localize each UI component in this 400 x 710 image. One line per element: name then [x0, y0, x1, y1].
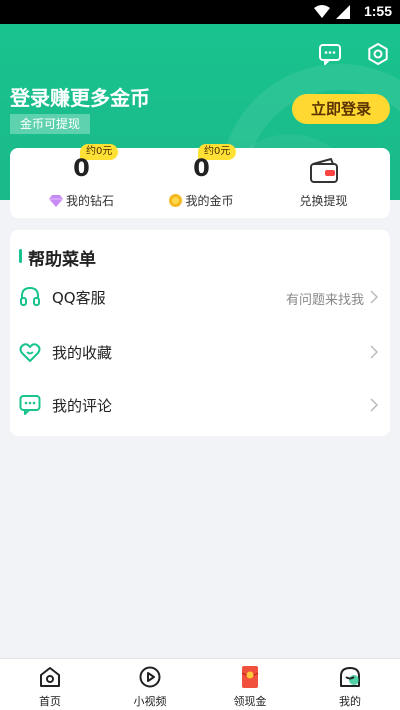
status-bar: 1:55: [0, 0, 400, 24]
home-icon: [40, 667, 60, 687]
status-icons: [314, 5, 350, 19]
withdraw-label-row: 兑换提现: [257, 192, 390, 209]
tab-label: 小视频: [133, 695, 167, 708]
tab-cash[interactable]: 领现金: [200, 659, 300, 710]
help-menu-card: 帮助菜单 QQ客服 有问题来找我 我的收藏 我的评论: [10, 230, 390, 436]
chevron-right-icon: [370, 345, 379, 359]
wifi-icon: [314, 5, 330, 18]
menu-item-comments[interactable]: 我的评论: [10, 380, 390, 430]
settings-icon[interactable]: [366, 42, 390, 66]
stats-card: 约0元 0 我的钻石 约0元 0 我的金币 兑换提现: [10, 144, 390, 218]
red-envelope-icon: [241, 666, 259, 688]
diamond-icon: [48, 194, 63, 207]
signal-icon: [336, 5, 350, 19]
coin-label-row: 我的金币: [130, 192, 273, 209]
promo-title: 登录赚更多金币: [10, 86, 150, 110]
menu-item-label: QQ客服: [52, 289, 106, 307]
bottom-tab-bar: 首页 小视频 领现金 我的: [0, 658, 400, 710]
withdraw-label: 兑换提现: [299, 194, 348, 208]
tab-label: 我的: [339, 695, 361, 708]
tab-label: 领现金: [233, 695, 267, 708]
coin-label: 我的金币: [185, 194, 234, 208]
menu-item-label: 我的收藏: [52, 344, 113, 362]
video-icon: [139, 666, 161, 688]
menu-item-qq-service[interactable]: QQ客服 有问题来找我: [10, 272, 390, 322]
chevron-right-icon: [370, 398, 379, 412]
tab-home[interactable]: 首页: [0, 659, 100, 710]
coin-icon: [169, 194, 183, 207]
headset-icon: [20, 286, 40, 306]
chevron-right-icon: [370, 290, 379, 304]
diamond-label: 我的钻石: [65, 194, 114, 208]
withdraw-button[interactable]: 兑换提现: [257, 148, 390, 218]
title-accent-bar: [19, 249, 22, 263]
tab-label: 首页: [39, 695, 61, 708]
status-time: 1:55: [363, 3, 392, 19]
coin-stat[interactable]: 约0元 0 我的金币: [130, 144, 273, 218]
profile-icon: [340, 667, 360, 687]
message-icon[interactable]: [318, 42, 342, 66]
promo-subtitle: 金币可提现: [10, 114, 91, 134]
menu-item-label: 我的评论: [52, 397, 113, 415]
heart-icon: [19, 343, 41, 362]
help-menu-title: 帮助菜单: [28, 250, 96, 270]
login-button[interactable]: 立即登录: [292, 94, 390, 124]
tab-me[interactable]: 我的: [300, 659, 400, 710]
coin-value: 0: [193, 154, 210, 182]
menu-item-favorites[interactable]: 我的收藏: [10, 327, 390, 377]
wallet-icon: [310, 158, 338, 183]
comment-icon: [19, 395, 41, 415]
tab-short-video[interactable]: 小视频: [100, 659, 200, 710]
menu-item-hint: 有问题来找我: [285, 293, 364, 308]
